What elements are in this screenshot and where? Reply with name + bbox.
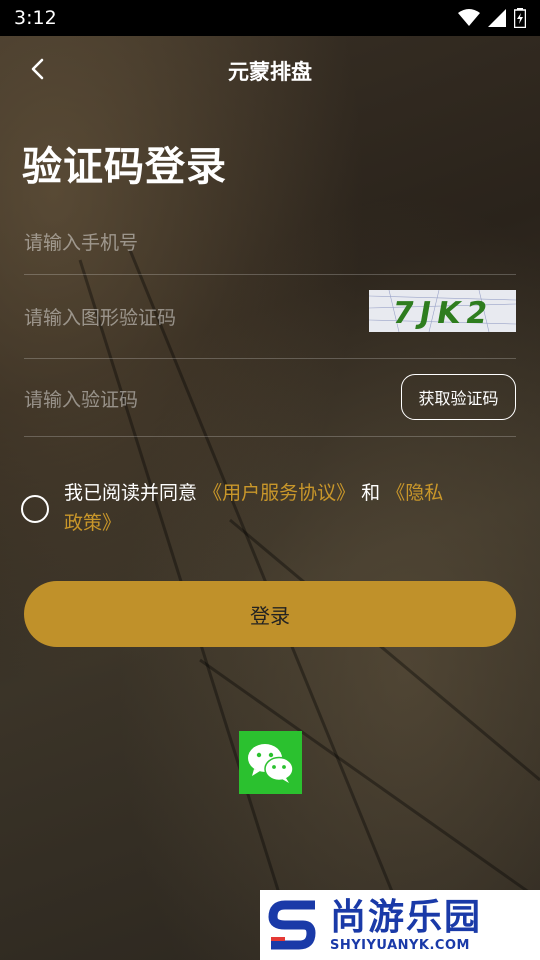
login-button[interactable]: 登录 — [24, 581, 516, 647]
get-code-button[interactable]: 获取验证码 — [401, 374, 516, 420]
agreement-text: 我已阅读并同意 《用户服务协议》 和 《隐私政策》 — [64, 478, 444, 538]
agreement-checkbox[interactable] — [21, 495, 49, 523]
battery-icon — [514, 8, 526, 28]
nav-bar: 元蒙排盘 — [0, 36, 540, 104]
wechat-icon — [247, 743, 294, 783]
phone-field[interactable]: 请输入手机号 — [24, 204, 516, 275]
watermark-logo — [260, 890, 330, 960]
captcha-image[interactable]: 7JK2 — [369, 290, 516, 332]
captcha-field[interactable]: 请输入图形验证码 7JK2 — [24, 275, 516, 359]
sms-code-placeholder: 请输入验证码 — [24, 389, 139, 411]
watermark-en: SHYIYUANYK.COM — [330, 937, 470, 953]
watermark: 尚游乐园 SHYIYUANYK.COM — [260, 890, 540, 960]
wifi-icon — [458, 9, 480, 26]
sms-code-field[interactable]: 请输入验证码 获取验证码 — [24, 359, 516, 437]
wechat-login-button[interactable] — [239, 731, 302, 794]
user-agreement-link[interactable]: 《用户服务协议》 — [203, 482, 355, 504]
captcha-text: 7JK2 — [390, 296, 496, 331]
watermark-cn: 尚游乐园 — [330, 896, 483, 938]
agreement-prefix: 我已阅读并同意 — [64, 482, 198, 504]
signal-icon — [488, 9, 506, 27]
status-icons — [458, 8, 526, 28]
phone-placeholder: 请输入手机号 — [24, 232, 139, 254]
nav-title: 元蒙排盘 — [228, 60, 312, 84]
agreement-conjunction: 和 — [361, 482, 381, 504]
captcha-placeholder: 请输入图形验证码 — [24, 307, 177, 329]
status-bar: 3:12 — [0, 0, 540, 36]
page-title: 验证码登录 — [22, 144, 227, 190]
status-time: 3:12 — [14, 7, 57, 29]
